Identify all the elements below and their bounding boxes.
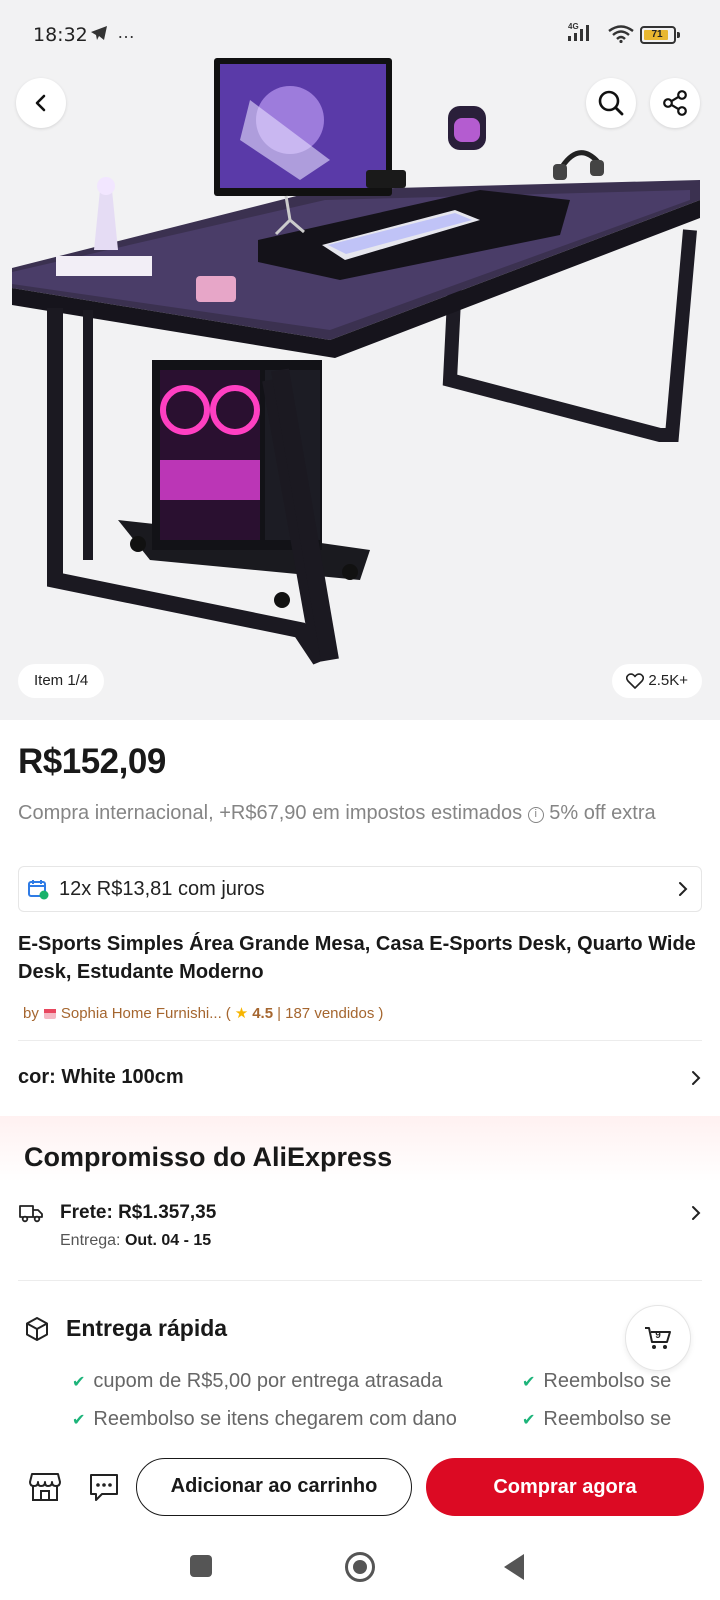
product-image[interactable]	[0, 40, 720, 700]
chevron-right-icon	[679, 882, 688, 896]
info-icon[interactable]: i	[527, 807, 544, 823]
back-button[interactable]	[16, 78, 66, 128]
status-time: 18:32	[33, 24, 88, 46]
seller-name: Sophia Home Furnishi...	[60, 1004, 222, 1022]
seller-prefix: by	[23, 1004, 39, 1022]
add-to-cart-button[interactable]: Adicionar ao carrinho	[136, 1458, 412, 1516]
telegram-icon	[91, 26, 107, 40]
check-icon: ✔	[522, 1373, 536, 1391]
wishlist-button[interactable]: 2.5K+	[612, 664, 702, 698]
search-button[interactable]	[586, 78, 636, 128]
gallery-counter: Item 1/4	[18, 664, 105, 698]
recent-apps-icon[interactable]	[190, 1555, 212, 1577]
chevron-right-icon	[692, 1070, 701, 1085]
buy-now-button[interactable]: Comprar agora	[426, 1458, 704, 1516]
heart-icon	[626, 673, 645, 689]
chat-icon[interactable]	[88, 1471, 120, 1503]
product-price: R$152,09	[18, 742, 166, 781]
check-icon: ✔	[72, 1373, 86, 1391]
benefit-item: ✔ Reembolso se	[522, 1370, 672, 1392]
home-icon[interactable]	[345, 1552, 375, 1582]
delivery-date: Out. 04 - 15	[124, 1232, 212, 1249]
international-tax-note: Compra internacional, +R$67,90 em impost…	[18, 798, 708, 828]
benefit-item: ✔ Reembolso se itens chegarem com dano	[72, 1408, 457, 1430]
tax-note-text: Compra internacional, +R$67,90 em impost…	[18, 802, 523, 824]
benefits-list: ✔ cupom de R$5,00 por entrega atrasada ✔…	[72, 1370, 702, 1460]
product-title: E-Sports Simples Área Grande Mesa, Casa …	[18, 933, 696, 983]
divider	[18, 1280, 702, 1281]
seller-link[interactable]: by Sophia Home Furnishi... ( ★ 4.5 | 187…	[23, 1004, 384, 1023]
calendar-payment-icon	[28, 880, 49, 900]
delivery-label: Entrega:	[60, 1232, 121, 1249]
benefit-item: ✔ Reembolso se	[522, 1408, 672, 1430]
installments-text: 12x R$13,81 com juros	[59, 877, 265, 900]
battery-level: 71	[651, 29, 663, 40]
sold-count: | 187 vendidos	[277, 1004, 375, 1022]
chevron-right-icon	[692, 1206, 701, 1220]
discount-note: 5% off extra	[549, 802, 656, 824]
status-bar: 18:32 … 4G 71	[0, 0, 720, 70]
more-notifications-icon: …	[117, 22, 136, 42]
shipping-cost: Frete: R$1.357,35	[60, 1202, 217, 1223]
share-icon	[663, 90, 687, 116]
fast-delivery-heading: Entrega rápida	[24, 1315, 227, 1342]
star-icon: ★	[234, 1005, 249, 1022]
product-gallery[interactable]: 18:32 … 4G 71 Item 1/4 2.5K+	[0, 0, 720, 720]
truck-icon	[19, 1205, 43, 1223]
cart-icon: 9	[645, 1327, 671, 1349]
cart-button[interactable]: 9	[625, 1305, 691, 1371]
seller-paren-close: )	[378, 1004, 384, 1022]
package-icon	[26, 1316, 48, 1341]
store-badge-icon	[43, 1009, 56, 1019]
installments-row[interactable]: 12x R$13,81 com juros	[18, 866, 702, 912]
store-icon[interactable]	[28, 1471, 62, 1503]
battery-icon: 71	[640, 26, 680, 44]
search-icon	[598, 90, 624, 116]
back-nav-icon[interactable]	[504, 1554, 524, 1580]
check-icon: ✔	[522, 1411, 536, 1429]
color-option: cor: White 100cm	[18, 1066, 184, 1088]
divider	[18, 1040, 702, 1041]
variant-selector[interactable]: cor: White 100cm	[18, 1066, 702, 1089]
chevron-left-icon	[35, 94, 46, 112]
shipping-row[interactable]: Frete: R$1.357,35 Entrega: Out. 04 - 15	[18, 1202, 702, 1250]
likes-count: 2.5K+	[648, 672, 688, 689]
fast-delivery-title: Entrega rápida	[66, 1315, 228, 1341]
seller-paren-open: (	[225, 1004, 231, 1022]
wifi-icon	[608, 25, 634, 43]
commitment-title: Compromisso do AliExpress	[24, 1142, 393, 1172]
seller-rating: 4.5	[252, 1004, 274, 1022]
delivery-estimate: Entrega: Out. 04 - 15	[60, 1232, 702, 1250]
benefit-item: ✔ cupom de R$5,00 por entrega atrasada	[72, 1370, 443, 1392]
check-icon: ✔	[72, 1411, 86, 1429]
share-button[interactable]	[650, 78, 700, 128]
cart-count: 9	[655, 1330, 661, 1341]
signal-icon	[568, 25, 589, 41]
